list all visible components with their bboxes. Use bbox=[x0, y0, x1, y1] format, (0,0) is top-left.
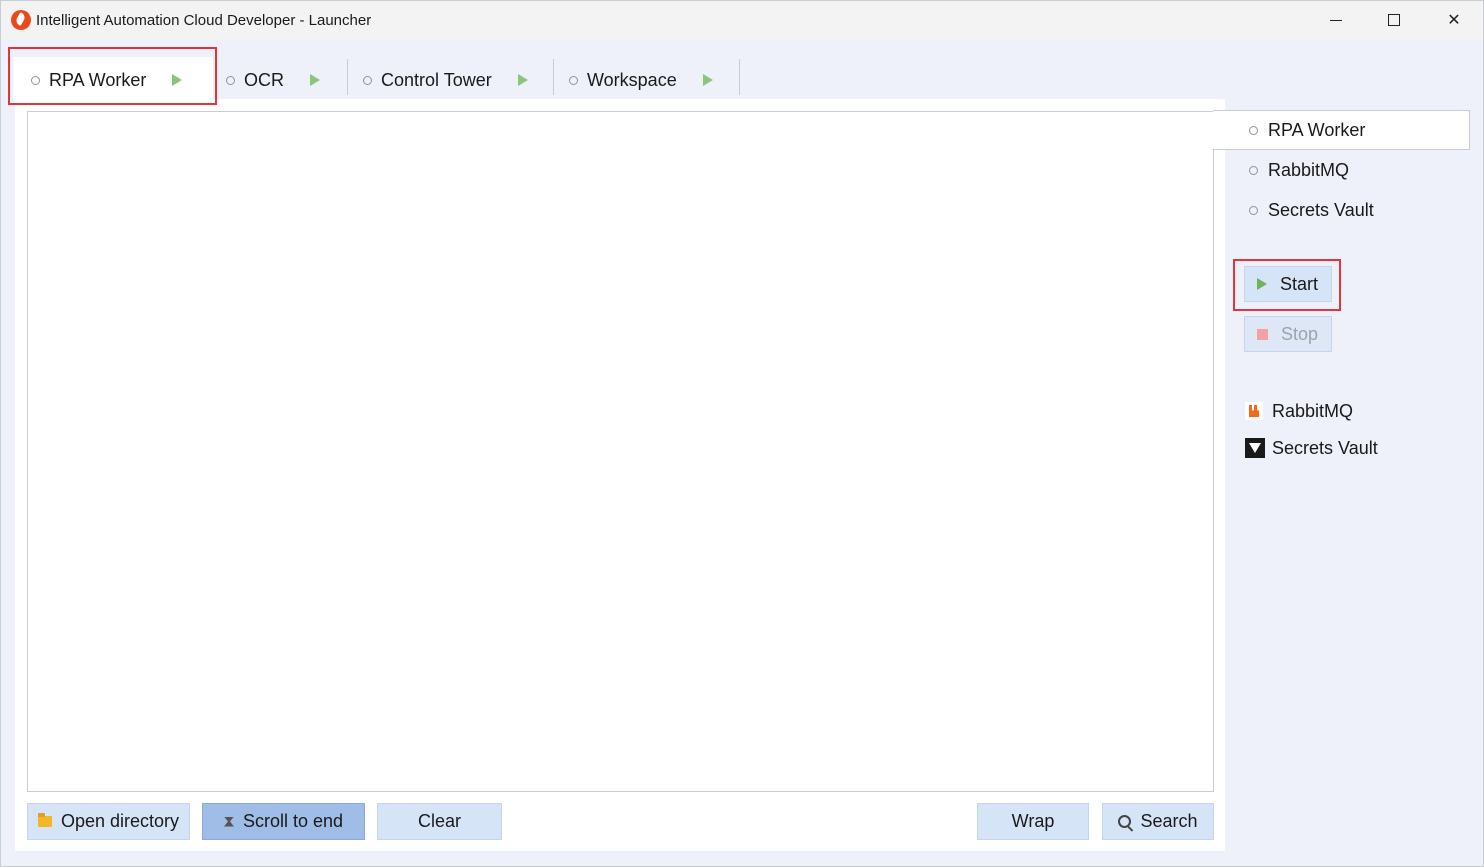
open-directory-button[interactable]: Open directory bbox=[27, 803, 190, 840]
stop-button[interactable]: Stop bbox=[1244, 316, 1332, 352]
search-button[interactable]: Search bbox=[1102, 803, 1214, 840]
play-icon[interactable] bbox=[702, 74, 713, 86]
play-icon[interactable] bbox=[517, 74, 528, 86]
tab-label: Workspace bbox=[587, 69, 677, 90]
window-title: Intelligent Automation Cloud Developer -… bbox=[36, 12, 372, 29]
maximize-icon bbox=[1388, 14, 1400, 26]
secrets-vault-link[interactable]: Secrets Vault bbox=[1245, 436, 1378, 460]
service-item-secrets-vault[interactable]: Secrets Vault bbox=[1213, 190, 1470, 230]
button-label: Clear bbox=[417, 811, 461, 831]
status-dot-icon bbox=[1249, 125, 1258, 135]
minimize-button[interactable] bbox=[1307, 1, 1365, 39]
tab-separator bbox=[739, 59, 740, 95]
play-icon[interactable] bbox=[172, 74, 183, 86]
button-label: Open directory bbox=[60, 811, 180, 831]
tab-ocr[interactable]: OCR bbox=[226, 57, 320, 103]
service-item-rabbitmq[interactable]: RabbitMQ bbox=[1213, 150, 1470, 190]
link-label: RabbitMQ bbox=[1272, 400, 1354, 421]
clear-button[interactable]: Clear bbox=[377, 803, 502, 840]
service-item-rpa-worker[interactable]: RPA Worker bbox=[1213, 110, 1470, 150]
tab-workspace[interactable]: Workspace bbox=[569, 57, 713, 103]
search-icon bbox=[1118, 815, 1132, 828]
log-panel: Open directory Scroll to end Clear Wrap … bbox=[15, 99, 1225, 851]
stop-icon bbox=[1257, 328, 1268, 340]
button-label: Stop bbox=[1281, 323, 1319, 344]
tab-separator bbox=[553, 59, 554, 95]
button-label: Search bbox=[1140, 811, 1198, 831]
close-button[interactable]: ✕ bbox=[1425, 1, 1483, 39]
button-label: Scroll to end bbox=[242, 811, 344, 831]
title-bar: Intelligent Automation Cloud Developer -… bbox=[1, 1, 1483, 39]
tab-rpa-worker[interactable]: RPA Worker bbox=[13, 57, 213, 103]
rabbitmq-link[interactable]: RabbitMQ bbox=[1245, 399, 1353, 423]
wrap-button[interactable]: Wrap bbox=[977, 803, 1089, 840]
start-button[interactable]: Start bbox=[1244, 266, 1332, 302]
service-label: RabbitMQ bbox=[1268, 159, 1350, 180]
tab-control-tower[interactable]: Control Tower bbox=[363, 57, 528, 103]
log-output[interactable] bbox=[27, 111, 1214, 792]
tab-separator bbox=[347, 59, 348, 95]
launcher-window: Intelligent Automation Cloud Developer -… bbox=[0, 0, 1484, 867]
status-dot-icon bbox=[226, 75, 235, 85]
play-icon bbox=[1257, 278, 1267, 290]
button-label: Start bbox=[1280, 273, 1319, 294]
button-label: Wrap bbox=[1011, 811, 1055, 831]
rabbitmq-icon bbox=[1245, 402, 1263, 420]
status-dot-icon bbox=[569, 75, 578, 85]
tab-label: OCR bbox=[244, 69, 284, 90]
status-dot-icon bbox=[1249, 205, 1258, 215]
service-list: RPA Worker RabbitMQ Secrets Vault bbox=[1213, 110, 1470, 230]
close-icon: ✕ bbox=[1447, 12, 1461, 29]
minimize-icon bbox=[1330, 19, 1342, 21]
service-label: RPA Worker bbox=[1268, 119, 1366, 140]
folder-icon bbox=[37, 813, 52, 827]
link-label: Secrets Vault bbox=[1272, 437, 1378, 458]
status-dot-icon bbox=[31, 75, 40, 85]
scroll-to-end-button[interactable]: Scroll to end bbox=[202, 803, 365, 840]
scroll-icon bbox=[223, 816, 234, 827]
maximize-button[interactable] bbox=[1365, 1, 1423, 39]
play-icon[interactable] bbox=[310, 74, 320, 86]
app-logo-icon bbox=[11, 10, 31, 30]
tab-label: Control Tower bbox=[381, 69, 492, 90]
tab-label: RPA Worker bbox=[49, 69, 147, 90]
tab-bar: RPA Worker OCR Control Tower Workspace bbox=[1, 49, 1483, 103]
service-label: Secrets Vault bbox=[1268, 199, 1374, 220]
vault-icon bbox=[1245, 438, 1265, 458]
status-dot-icon bbox=[1249, 165, 1258, 175]
status-dot-icon bbox=[363, 75, 372, 85]
